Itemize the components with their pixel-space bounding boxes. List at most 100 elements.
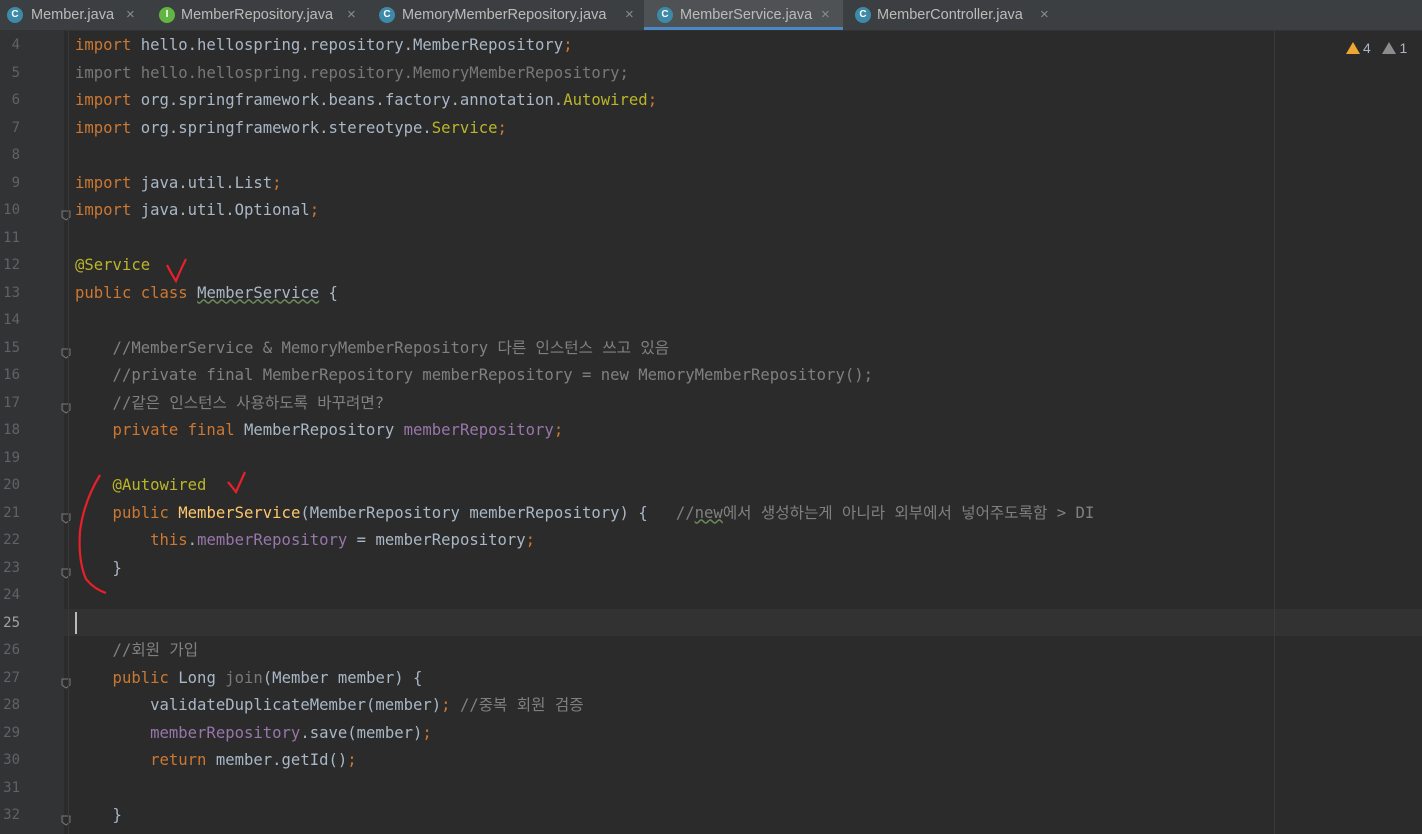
red-checkmark-annotation — [166, 258, 187, 284]
code-token: validateDuplicateMember(member) — [75, 696, 442, 714]
code-line[interactable]: @Autowired — [75, 472, 207, 500]
code-token: } — [75, 558, 122, 577]
line-number: 8 — [11, 147, 20, 163]
tab-label: MemberService.java — [680, 7, 813, 23]
current-line-highlight — [64, 609, 1422, 636]
line-number: 12 — [3, 257, 20, 273]
code-editor[interactable]: 4 5 6 7 8 9 10 11 12 13 14 15 16 17 18 19 20 21 22 23 24 25 26… — [0, 31, 1422, 834]
code-token: ; — [563, 36, 573, 54]
line-number: 21 — [3, 504, 20, 521]
code-line[interactable]: public class MemberService { — [75, 280, 338, 308]
code-line[interactable]: private final MemberRepository memberRep… — [75, 417, 564, 445]
code-line[interactable]: } — [75, 555, 122, 583]
tab-label: MemoryMemberRepository.java — [402, 7, 607, 23]
code-line[interactable]: //MemberService & MemoryMemberRepository… — [75, 335, 670, 363]
line-number: 30 — [3, 752, 20, 768]
line-number: 18 — [3, 422, 20, 438]
tab-memberrepository[interactable]: I MemberRepository.java × — [150, 0, 372, 30]
fold-marker-icon[interactable] — [61, 399, 71, 414]
code-token: MemberService — [197, 283, 320, 302]
tab-label: Member.java — [31, 7, 115, 23]
code-line[interactable]: //회원 가입 — [75, 637, 199, 665]
line-number: 19 — [3, 449, 20, 466]
code-token: ; — [497, 118, 507, 137]
code-token: .save(member) — [300, 723, 423, 742]
close-icon[interactable]: × — [126, 0, 135, 30]
code-token: MemberService — [178, 503, 301, 522]
tab-label: MemberRepository.java — [181, 7, 334, 23]
code-line[interactable]: public MemberService(MemberRepository me… — [75, 500, 1095, 528]
code-line[interactable]: //같은 인스턴스 사용하도록 바꾸려면? — [75, 390, 385, 418]
code-line[interactable]: return member.getId(); — [75, 747, 357, 775]
code-token: Long — [178, 668, 226, 687]
line-number: 23 — [3, 559, 20, 576]
code-token: this — [75, 531, 188, 549]
code-token: (Member member) { — [262, 668, 423, 687]
tab-memberservice[interactable]: C MemberService.java × — [644, 0, 843, 30]
line-number: 25 — [3, 614, 20, 631]
code-line[interactable]: @Service — [75, 252, 150, 280]
code-token: public — [75, 503, 179, 522]
fold-marker-icon[interactable] — [61, 811, 71, 826]
code-token: import — [75, 91, 141, 109]
code-line[interactable]: import hello.hellospring.repository.Memo… — [75, 60, 629, 88]
code-line[interactable]: import org.springframework.stereotype.Se… — [75, 115, 507, 143]
tab-membercontroller[interactable]: C MemberController.java × — [843, 0, 1065, 30]
code-token: org.springframework.beans.factory.annota… — [140, 91, 564, 109]
fold-marker-icon[interactable] — [61, 509, 71, 524]
close-icon[interactable]: × — [347, 0, 356, 30]
fold-marker-icon[interactable] — [61, 344, 71, 359]
indent-guide — [68, 31, 69, 834]
code-line[interactable]: import hello.hellospring.repository.Memb… — [75, 32, 573, 60]
tab-memorymemberrepository[interactable]: C MemoryMemberRepository.java × — [372, 0, 644, 30]
close-icon[interactable]: × — [1040, 0, 1049, 30]
fold-marker-icon[interactable] — [61, 674, 71, 689]
code-token: ; — [525, 531, 536, 549]
line-number: 13 — [3, 284, 20, 301]
close-icon[interactable]: × — [625, 0, 634, 30]
tab-member[interactable]: C Member.java × — [0, 0, 146, 30]
code-token: memberRepository — [197, 531, 348, 549]
code-token: //회원 가입 — [75, 641, 199, 659]
line-number: 29 — [3, 724, 20, 741]
code-token: Service — [431, 118, 498, 137]
code-line[interactable]: import org.springframework.beans.factory… — [75, 87, 657, 115]
code-token: java.util.List — [140, 173, 273, 192]
code-token: (MemberRepository memberRepository) { — [300, 503, 676, 522]
code-token: join — [225, 668, 263, 687]
line-number: 16 — [3, 367, 20, 383]
code-line[interactable]: this.memberRepository = memberRepository… — [75, 527, 535, 555]
code-line[interactable]: //private final MemberRepository memberR… — [75, 362, 873, 390]
close-icon[interactable]: × — [821, 0, 830, 30]
code-token: @Autowired — [75, 476, 207, 494]
line-number: 6 — [11, 92, 20, 108]
line-number: 28 — [3, 697, 20, 713]
code-line[interactable]: } — [75, 802, 122, 830]
code-token: Autowired — [563, 91, 648, 109]
line-number: 31 — [3, 779, 20, 796]
code-line[interactable]: public Long join(Member member) { — [75, 665, 423, 693]
code-token: import — [75, 173, 141, 192]
line-number: 5 — [11, 64, 20, 81]
code-token: import — [75, 118, 141, 137]
code-line[interactable]: validateDuplicateMember(member); //중복 회원… — [75, 692, 583, 720]
code-token: hello.hellospring.repository.MemberRepos… — [140, 36, 564, 54]
code-token: new — [694, 503, 723, 522]
code-line[interactable]: import java.util.Optional; — [75, 197, 319, 225]
code-token: ; — [647, 91, 658, 109]
code-line[interactable]: memberRepository.save(member); — [75, 720, 432, 748]
code-token: java.util.Optional — [140, 201, 310, 219]
line-number: 17 — [3, 394, 20, 411]
weak-warning-count: 1 — [1399, 40, 1408, 56]
inspection-widget[interactable]: 4 1 — [1346, 40, 1407, 56]
warning-count: 4 — [1363, 40, 1371, 56]
fold-marker-icon[interactable] — [61, 206, 71, 221]
code-token: member.getId() — [215, 751, 348, 769]
code-token: public — [75, 668, 179, 687]
line-number-gutter: 4 5 6 7 8 9 10 11 12 13 14 15 16 17 18 19 20 21 22 23 24 25 26… — [0, 31, 64, 834]
text-caret — [75, 612, 77, 634]
class-icon: C — [657, 7, 673, 23]
fold-marker-icon[interactable] — [61, 564, 71, 579]
code-line[interactable]: import java.util.List; — [75, 170, 282, 198]
red-checkmark-annotation — [227, 471, 247, 495]
